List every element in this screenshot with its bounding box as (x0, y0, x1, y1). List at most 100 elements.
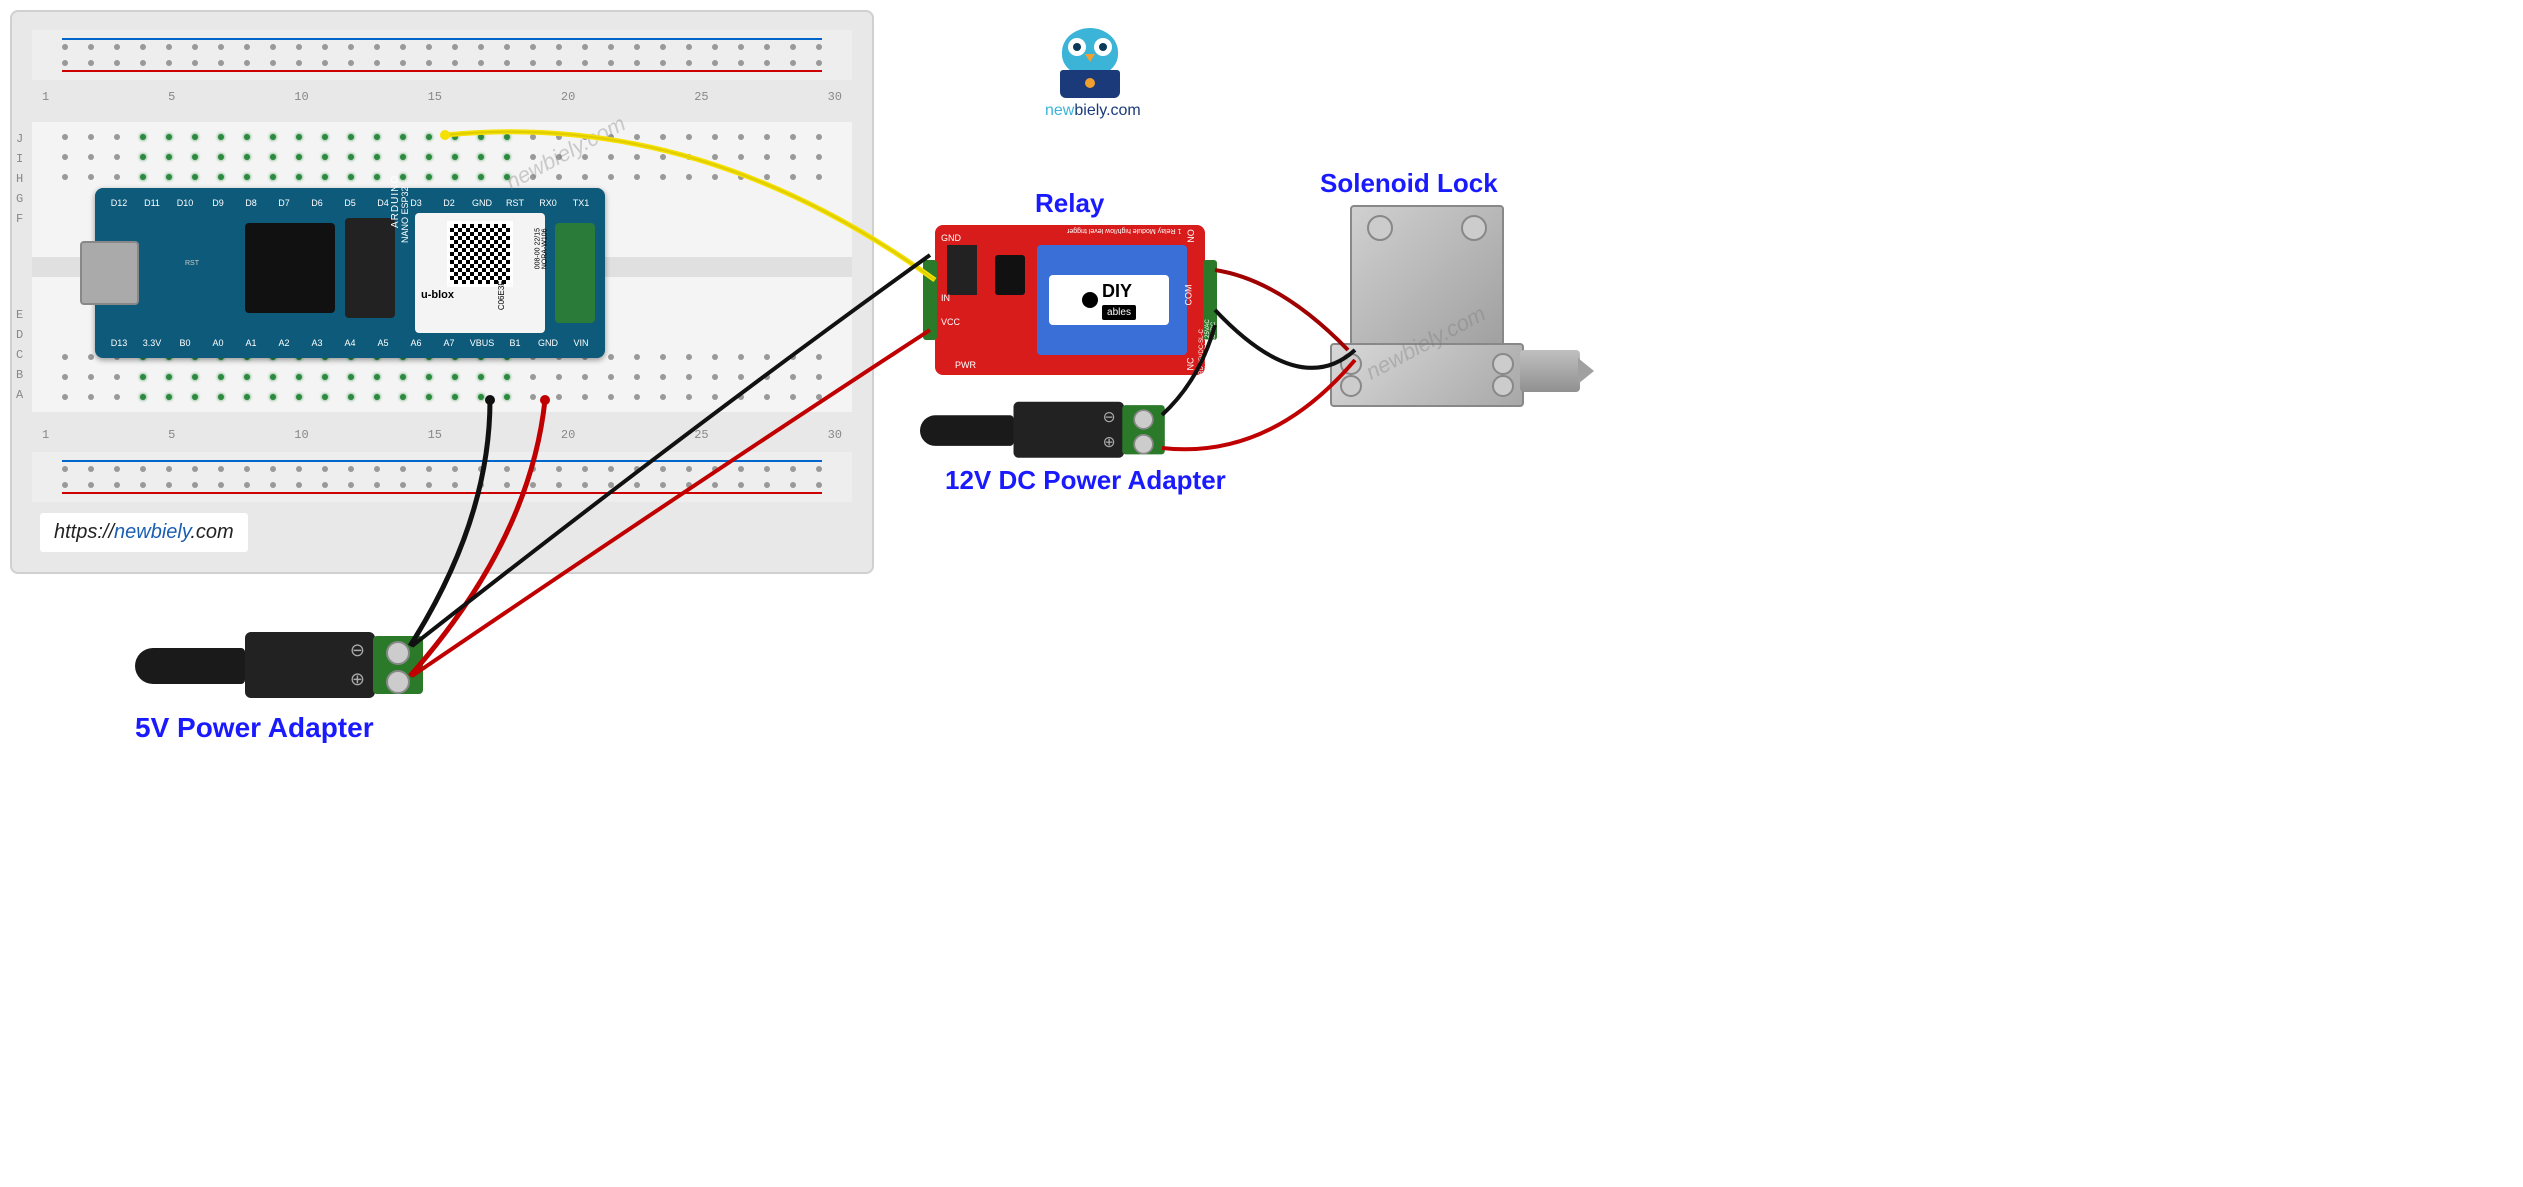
reset-btn-label: RST (185, 260, 199, 267)
relay-spec: SRD-05VDC-SL-C 10A 250VAC 10A 125VAC 10A… (1199, 304, 1217, 404)
pin-label: B1 (501, 338, 529, 348)
col-label: 10 (294, 90, 308, 104)
pin-label: D12 (105, 198, 133, 208)
pin-label: D5 (336, 198, 364, 208)
relay-pin-in: IN (941, 293, 950, 303)
col-label: 5 (168, 428, 175, 442)
relay-module: DIY ables GND IN VCC NO COM NC PWR 1 Rel… (935, 225, 1205, 375)
breadboard-bottom-rail (32, 452, 852, 502)
pin-label: D11 (138, 198, 166, 208)
solenoid-base (1330, 343, 1524, 407)
relay-module-text: 1 Relay Module high/low level trigger (1067, 227, 1181, 234)
row-label: C (16, 348, 23, 362)
breadboard-top-rail (32, 30, 852, 80)
dc-body: ⊖ ⊕ (1014, 402, 1125, 458)
diyables-tag: DIY ables (1049, 275, 1169, 325)
relay-pin-gnd: GND (941, 233, 961, 243)
wire-relay-no-red (1215, 270, 1348, 350)
pin-label: A6 (402, 338, 430, 348)
relay-pin-vcc: VCC (941, 317, 960, 327)
pin-label: D6 (303, 198, 331, 208)
relay-pin-com: COM (1184, 285, 1194, 306)
solenoid-bolt (1520, 350, 1580, 392)
col-label: 30 (828, 90, 842, 104)
col-label: 25 (694, 428, 708, 442)
row-label: I (16, 152, 23, 166)
pin-label: RX0 (534, 198, 562, 208)
col-label: 5 (168, 90, 175, 104)
power-adapter-12v: ⊖ ⊕ (920, 400, 1167, 460)
pin-label: VBUS (468, 338, 496, 348)
relay-block: DIY ables (1037, 245, 1187, 355)
pin-label: VIN (567, 338, 595, 348)
col-label: 15 (428, 90, 442, 104)
screw-icon (1340, 353, 1362, 375)
pin-label: D7 (270, 198, 298, 208)
arduino-nano-esp32: ARDUINO NANO ESP32 u-blox C06E3F 008-00 … (95, 188, 605, 358)
screw-icon (1492, 375, 1514, 397)
pin-label: A7 (435, 338, 463, 348)
qr-code-icon (447, 221, 513, 287)
col-label: 10 (294, 428, 308, 442)
row-label: F (16, 212, 23, 226)
pin-label: A2 (270, 338, 298, 348)
ublox-serial: 008-00 22/15NORA-W106 (534, 228, 548, 269)
minus-icon: ⊖ (350, 640, 365, 661)
site-url-box: https://newbiely.com (40, 513, 248, 552)
screw-icon (1133, 409, 1153, 429)
row-label: B (16, 368, 23, 382)
relay-pwr-label: PWR (955, 360, 976, 370)
pin-label: D9 (204, 198, 232, 208)
screw-icon (1492, 353, 1514, 375)
label-5v-adapter: 5V Power Adapter (135, 712, 374, 744)
pin-label: D3 (402, 198, 430, 208)
pin-label: D10 (171, 198, 199, 208)
optocoupler-chip (995, 255, 1025, 295)
dc-terminal (1122, 405, 1165, 454)
col-label: 1 (42, 90, 49, 104)
url-prefix: https:// (54, 521, 114, 543)
screw-icon (1367, 215, 1393, 241)
pin-label: D4 (369, 198, 397, 208)
dc-barrel-icon (920, 415, 1014, 446)
newbiely-logo: newbiely.com (1045, 28, 1135, 118)
row-label: A (16, 388, 23, 402)
tag-brand: DIY (1102, 281, 1132, 301)
breadboard-columns-top: 1 5 10 15 20 25 30 (42, 90, 842, 104)
row-label: E (16, 308, 23, 322)
relay-input-terminal (923, 260, 937, 340)
pin-label: D8 (237, 198, 265, 208)
pin-label: TX1 (567, 198, 595, 208)
dc-barrel-icon (135, 648, 245, 684)
owl-icon (1062, 28, 1118, 76)
arduino-secondary-chip (345, 218, 395, 318)
usb-c-port (80, 241, 139, 305)
col-label: 20 (561, 90, 575, 104)
ublox-brand: u-blox (421, 289, 454, 301)
screw-icon (1133, 434, 1153, 454)
row-label: H (16, 172, 23, 186)
plus-icon: ⊕ (350, 669, 365, 690)
dc-body: ⊖ ⊕ (245, 632, 375, 698)
pin-label: RST (501, 198, 529, 208)
ublox-module: u-blox C06E3F 008-00 22/15NORA-W106 (415, 213, 545, 333)
col-label: 15 (428, 428, 442, 442)
pin-label: A4 (336, 338, 364, 348)
logo-text: newbiely.com (1045, 102, 1135, 120)
arduino-pins-top: D12 D11 D10 D9 D8 D7 D6 D5 D4 D3 D2 GND … (105, 194, 595, 212)
row-label: J (16, 132, 23, 146)
relay-pin-no: NO (1185, 229, 1195, 243)
col-label: 20 (561, 428, 575, 442)
pin-label: A5 (369, 338, 397, 348)
arduino-main-chip (245, 223, 335, 313)
pin-label: GND (468, 198, 496, 208)
pin-label: 3.3V (138, 338, 166, 348)
arduino-pins-bottom: D13 3.3V B0 A0 A1 A2 A3 A4 A5 A6 A7 VBUS… (105, 334, 595, 352)
pin-label: A1 (237, 338, 265, 348)
solenoid-lock (1330, 205, 1550, 415)
laptop-icon (1060, 70, 1120, 98)
relay-header-pins (947, 245, 977, 295)
relay-pin-nc: NC (1186, 358, 1196, 371)
label-relay: Relay (1035, 188, 1104, 219)
screw-icon (386, 670, 410, 694)
